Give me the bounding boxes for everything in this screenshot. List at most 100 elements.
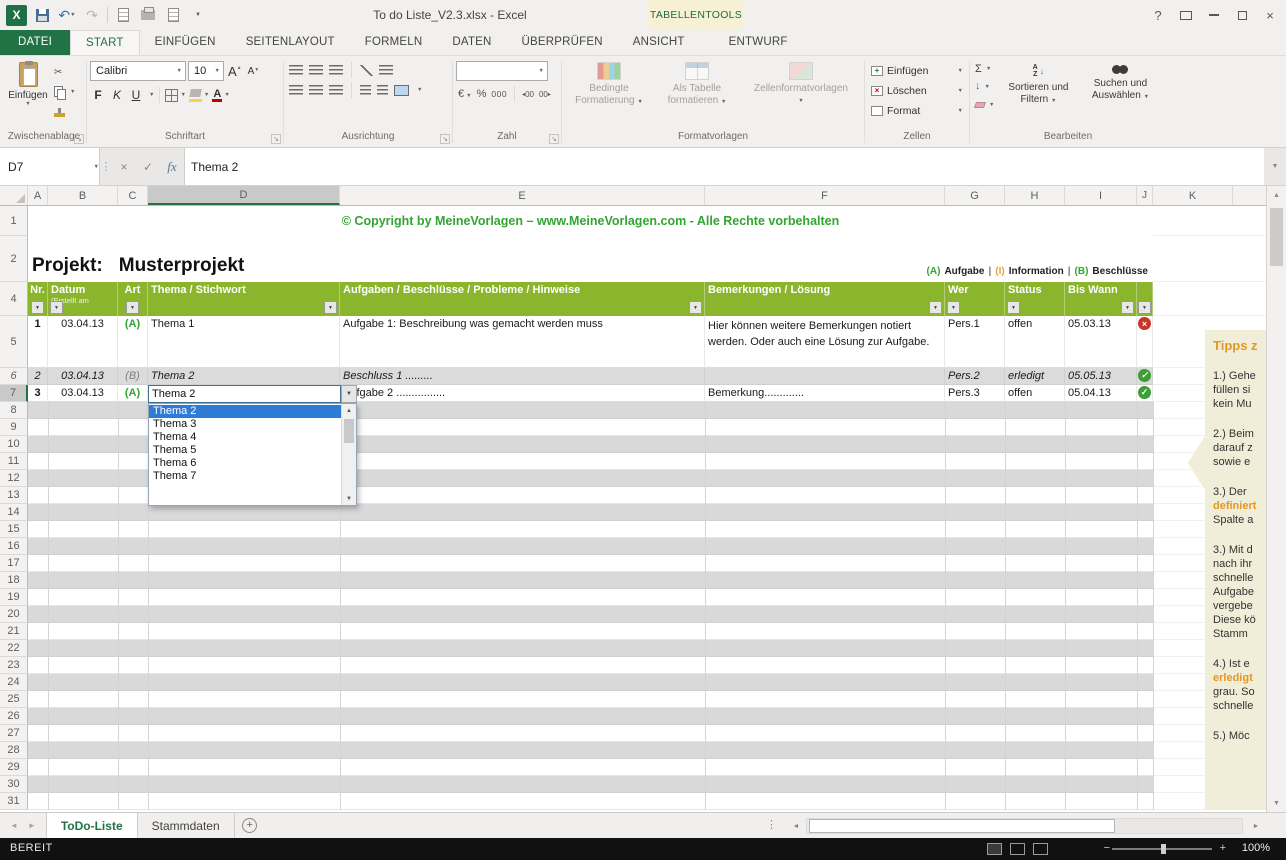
cell-nr[interactable]: 2 [28,368,48,385]
expand-formula-bar-button[interactable]: ▼ [1264,148,1286,185]
row-band[interactable] [28,776,1153,793]
dropdown-option[interactable]: Thema 4 [149,431,341,444]
wrap-text-icon[interactable] [379,65,393,76]
column-header-i[interactable]: I [1065,186,1137,205]
sort-filter-button[interactable]: AZ↓ Sortieren und Filtern ▼ [997,58,1079,131]
zoom-slider-thumb[interactable] [1161,844,1166,854]
cell-thema[interactable]: Thema 2 [148,368,340,385]
font-name-combo[interactable]: Calibri▼ [90,61,186,81]
row-header[interactable]: 10 [0,436,28,453]
insert-cells-button[interactable]: +Einfügen▼ [868,61,966,81]
row-band[interactable] [28,657,1153,674]
cell-bemerkung[interactable]: Hier können weitere Bemerkungen notiert … [705,316,945,368]
orientation-icon[interactable] [360,65,373,76]
shrink-font-button[interactable]: A▼ [246,66,262,77]
row-header[interactable]: 19 [0,589,28,606]
align-bottom-icon[interactable] [329,65,343,76]
zoom-in-button[interactable]: + [1220,842,1226,854]
italic-button[interactable]: K [109,86,125,104]
hscroll-right-button[interactable]: ► [1248,818,1264,834]
column-header-f[interactable]: F [705,186,945,205]
scroll-down-icon[interactable]: ▼ [342,492,356,505]
header-icon-col[interactable]: ▼ [1137,282,1153,316]
column-header-h[interactable]: H [1005,186,1065,205]
scroll-down-button[interactable]: ▼ [1267,794,1286,812]
new-sheet-button[interactable]: + [235,813,265,838]
row-header[interactable]: 20 [0,606,28,623]
cell-bis-wann[interactable]: 05.05.13 [1065,368,1137,385]
autosum-button[interactable]: Σ▼ [975,61,994,76]
row-header-5[interactable]: 5 [0,316,28,368]
cell-aufgabe[interactable]: Aufgabe 2 ................ [340,385,705,402]
row-band[interactable] [28,589,1153,606]
row-band[interactable] [28,504,1153,521]
project-title-cell[interactable]: Projekt: Musterprojekt (A) Aufgabe | (I)… [28,236,1153,282]
row-header[interactable]: 30 [0,776,28,793]
dropdown-option[interactable]: Thema 2 [149,405,341,418]
cell-bemerkung[interactable]: Bemerkung............. [705,385,945,402]
cell-bemerkung[interactable] [705,368,945,385]
cell-nr[interactable]: 1 [28,316,48,368]
tab-einfuegen[interactable]: EINFÜGEN [140,30,231,55]
increase-indent-icon[interactable] [377,85,388,96]
dropdown-option[interactable]: Thema 7 [149,470,341,483]
row-header[interactable]: 28 [0,742,28,759]
cell-status-icon[interactable]: ✓ [1137,385,1153,402]
row-header[interactable]: 9 [0,419,28,436]
borders-button[interactable]: ▼ [165,86,185,104]
cell-art[interactable]: (A) [118,316,148,368]
row-band[interactable] [28,521,1153,538]
filter-button[interactable]: ▼ [1121,301,1134,314]
thousands-separator-button[interactable]: 000 [491,89,507,99]
header-datum[interactable]: Datum (Erstellt am ▼ [48,282,118,316]
underline-button[interactable]: U [128,86,144,104]
cell-bis-wann[interactable]: 05.04.13 [1065,385,1137,402]
row-band[interactable] [28,538,1153,555]
row-header[interactable]: 12 [0,470,28,487]
font-size-combo[interactable]: 10▼ [188,61,224,81]
scrollbar-thumb[interactable] [344,419,354,443]
cell-thema[interactable]: Thema 1 [148,316,340,368]
row-header[interactable]: 27 [0,725,28,742]
cell-wer[interactable]: Pers.1 [945,316,1005,368]
scrollbar-thumb[interactable] [1270,208,1283,266]
cell-status-icon[interactable]: ✓ [1137,368,1153,385]
cut-button[interactable]: ✂ [51,64,83,80]
row-band[interactable] [28,640,1153,657]
cell-status[interactable]: offen [1005,385,1065,402]
row-header[interactable]: 17 [0,555,28,572]
row-band[interactable] [28,674,1153,691]
row-header[interactable]: 21 [0,623,28,640]
column-header-k[interactable]: K [1153,186,1233,205]
conditional-formatting-button[interactable]: Bedingte Formatierung ▼ [565,58,653,131]
dropdown-option[interactable]: Thema 5 [149,444,341,457]
tab-ueberpruefen[interactable]: ÜBERPRÜFEN [507,30,618,55]
align-left-icon[interactable] [289,85,303,96]
cell-nr[interactable]: 3 [28,385,48,402]
row-header-1[interactable]: 1 [0,206,28,236]
active-cell-editor[interactable]: Thema 2 [148,385,341,403]
select-all-corner[interactable] [0,186,28,205]
restore-button[interactable] [1228,1,1256,29]
dialog-launcher-icon[interactable]: ↘ [440,134,450,144]
row-header[interactable]: 26 [0,708,28,725]
row-band[interactable] [28,725,1153,742]
scroll-up-button[interactable]: ▲ [1267,186,1286,204]
sheet-tab-todo-liste[interactable]: ToDo-Liste [46,813,138,838]
dialog-launcher-icon[interactable]: ↘ [74,134,84,144]
row-header[interactable]: 16 [0,538,28,555]
row-header[interactable]: 14 [0,504,28,521]
header-nr[interactable]: Nr. ▼ [28,282,48,316]
filter-button[interactable]: ▼ [324,301,337,314]
zoom-out-button[interactable]: − [1104,842,1110,854]
header-bis-wann[interactable]: Bis Wann ▼ [1065,282,1137,316]
tab-formeln[interactable]: FORMELN [350,30,438,55]
row-band[interactable] [28,708,1153,725]
page-break-view-icon[interactable] [1033,843,1048,855]
dialog-launcher-icon[interactable]: ↘ [271,134,281,144]
accounting-format-button[interactable]: €▼ [458,88,472,100]
row-header[interactable]: 22 [0,640,28,657]
filter-button[interactable]: ▼ [947,301,960,314]
find-select-button[interactable]: Suchen und Auswählen ▼ [1079,58,1161,131]
align-middle-icon[interactable] [309,65,323,76]
